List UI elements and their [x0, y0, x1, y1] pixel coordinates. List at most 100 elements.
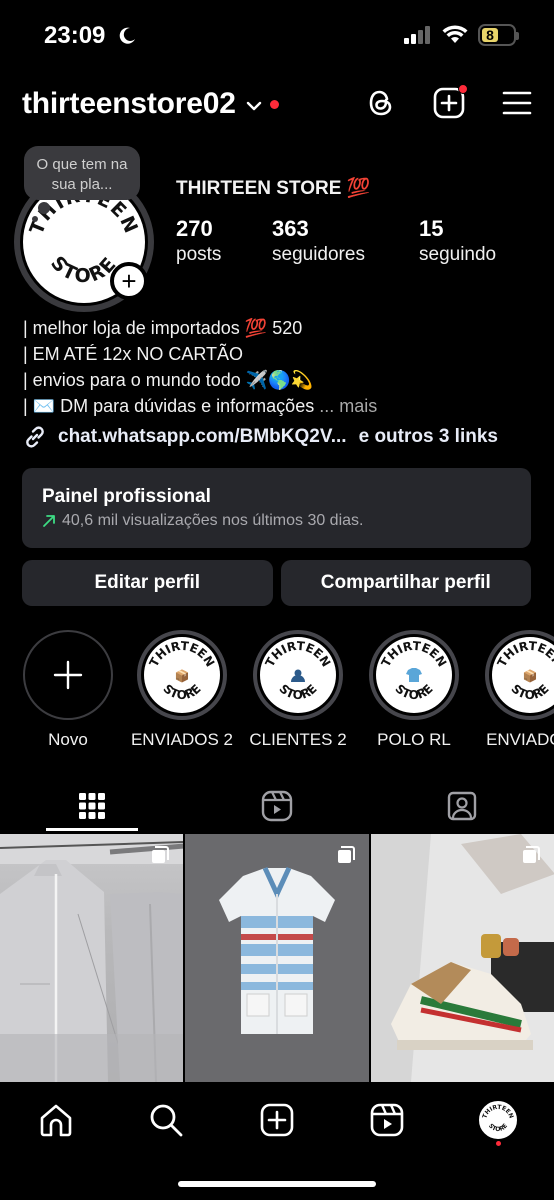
nav-search-button[interactable] [146, 1100, 186, 1140]
highlight-logo: THIRTEEN STORE 📦 [492, 637, 554, 713]
carousel-icon [522, 846, 540, 863]
highlight-cover: THIRTEEN STORE [369, 630, 459, 720]
svg-text:THIRTEEN: THIRTEEN [147, 639, 218, 669]
post-thumbnail[interactable] [370, 834, 554, 1082]
polo-shirt-icon [406, 668, 422, 682]
highlight-new[interactable]: Novo [16, 630, 120, 750]
nav-reels-button[interactable] [367, 1100, 407, 1140]
grid-icon [79, 793, 105, 819]
professional-dashboard[interactable]: Painel profissional 40,6 mil visualizaçõ… [22, 468, 531, 548]
note-tail [38, 202, 50, 214]
battery-icon: 8 [478, 24, 519, 46]
carousel-icon [337, 846, 355, 863]
highlight-logo: THIRTEEN STORE 📦 [144, 637, 220, 713]
stat-followers[interactable]: 363 seguidores [272, 216, 419, 268]
svg-text:STORE: STORE [276, 682, 319, 703]
cellular-signal-icon [404, 26, 430, 44]
threads-button[interactable] [364, 86, 398, 120]
reels-icon [261, 790, 293, 822]
note-bubble[interactable]: O que tem na sua pla... [24, 146, 140, 200]
edit-profile-button[interactable]: Editar perfil [22, 560, 273, 606]
profile-links[interactable]: chat.whatsapp.com/BMbKQ2V... e outros 3 … [22, 424, 498, 450]
post-thumbnail[interactable] [185, 834, 369, 1082]
create-notification-dot [458, 84, 468, 94]
battery-level: 8 [482, 27, 498, 43]
highlight-logo: THIRTEEN STORE [260, 637, 336, 713]
wifi-icon [442, 25, 468, 43]
reels-icon [370, 1103, 404, 1137]
carousel-icon [152, 846, 170, 863]
svg-text:THIRTEEN: THIRTEEN [481, 1104, 514, 1120]
highlight-logo: THIRTEEN STORE [376, 637, 452, 713]
highlight-label: ENVIADOS 2 [130, 730, 234, 749]
bio-line: | ✉️ DM para dúvidas e informações ... m… [23, 393, 543, 419]
pro-dashboard-views: 40,6 mil visualizações nos últimos 30 di… [62, 512, 364, 529]
post-thumbnail[interactable] [0, 834, 184, 1082]
create-post-button[interactable] [432, 84, 468, 120]
chevron-down-icon[interactable] [246, 101, 262, 111]
pro-dashboard-subtitle: 40,6 mil visualizações nos últimos 30 di… [42, 512, 511, 530]
active-tab-indicator [46, 828, 138, 831]
highlight-cover: THIRTEEN STORE [253, 630, 343, 720]
nav-profile-button[interactable]: THIRTEEN STORE [478, 1100, 518, 1140]
bio-more-link[interactable]: ... mais [319, 396, 377, 416]
hamburger-menu-icon [502, 91, 532, 115]
plus-square-icon [260, 1103, 294, 1137]
link-icon [26, 426, 44, 448]
svg-text:THIRTEEN: THIRTEEN [379, 639, 450, 669]
other-links[interactable]: e outros 3 links [359, 426, 498, 448]
box-emoji: 📦 [523, 669, 538, 683]
menu-button[interactable] [500, 86, 534, 120]
svg-text:THIRTEEN: THIRTEEN [263, 639, 334, 669]
highlight-cover: THIRTEEN STORE 📦 [137, 630, 227, 720]
highlight-cover: THIRTEEN STORE 📦 [485, 630, 554, 720]
username-switcher[interactable]: thirteenstore02 [22, 87, 236, 121]
status-bar: 23:09 8 [0, 0, 554, 70]
svg-text:THIRTEEN: THIRTEEN [495, 639, 554, 669]
bio-line-text: | ✉️ DM para dúvidas e informações [23, 396, 315, 416]
profile-stats: 270 posts 363 seguidores 15 seguindo [176, 216, 496, 268]
share-profile-button[interactable]: Compartilhar perfil [280, 560, 531, 606]
home-icon [40, 1104, 72, 1137]
highlight-label: POLO RL [377, 730, 451, 749]
tab-posts-grid[interactable] [0, 780, 184, 832]
stat-posts[interactable]: 270 posts [176, 216, 272, 268]
highlight-polo-rl[interactable]: THIRTEEN STORE POLO RL [362, 630, 466, 750]
tab-tagged[interactable] [370, 780, 554, 832]
nav-home-button[interactable] [36, 1100, 76, 1140]
stat-following[interactable]: 15 seguindo [419, 216, 496, 268]
add-story-plus-icon[interactable]: + [110, 262, 148, 300]
thirteen-store-logo: THIRTEEN STORE 📦 [495, 639, 554, 702]
status-time: 23:09 [44, 22, 106, 49]
status-indicators: 8 [404, 24, 519, 46]
profile-notification-dot [496, 1141, 501, 1146]
stat-following-label: seguindo [419, 244, 497, 265]
stat-followers-label: seguidores [272, 244, 365, 265]
link-text[interactable]: chat.whatsapp.com/BMbKQ2V... [58, 426, 347, 448]
plus-icon [53, 660, 83, 690]
highlight-enviados[interactable]: THIRTEEN STORE 📦 ENVIADOS [478, 630, 554, 750]
thirteen-store-logo: THIRTEEN STORE 📦 [147, 639, 218, 702]
bio-line: | envios para o mundo todo ✈️🌎💫 [23, 370, 314, 390]
story-highlights: Novo THIRTEEN STORE 📦 ENVIADOS 2 THIRTEE… [16, 630, 554, 750]
nav-create-button[interactable] [257, 1100, 297, 1140]
thirteen-store-logo: THIRTEEN STORE [263, 639, 334, 703]
search-icon [150, 1104, 183, 1137]
stat-followers-value: 363 [272, 216, 309, 241]
profile-avatar-small: THIRTEEN STORE [479, 1101, 517, 1139]
header-actions [364, 84, 534, 120]
new-highlight-circle [23, 630, 113, 720]
profile-actions: Editar perfil Compartilhar perfil [22, 560, 531, 606]
highlight-clientes-2[interactable]: THIRTEEN STORE CLIENTES 2 [246, 630, 350, 750]
profile-tabs [0, 780, 554, 834]
display-name: THIRTEEN STORE 💯 [176, 178, 371, 199]
svg-text:STORE: STORE [392, 682, 435, 703]
threads-icon [369, 90, 392, 116]
grey-tracksuit-photo [0, 834, 184, 1082]
thirteen-store-logo: THIRTEEN STORE [379, 639, 450, 703]
tab-reels[interactable] [185, 780, 369, 832]
highlight-enviados-2[interactable]: THIRTEEN STORE 📦 ENVIADOS 2 [130, 630, 234, 750]
home-indicator[interactable] [178, 1181, 376, 1187]
profile-bio[interactable]: | melhor loja de importados 💯 520 | EM A… [23, 315, 543, 419]
stat-posts-label: posts [176, 244, 222, 265]
